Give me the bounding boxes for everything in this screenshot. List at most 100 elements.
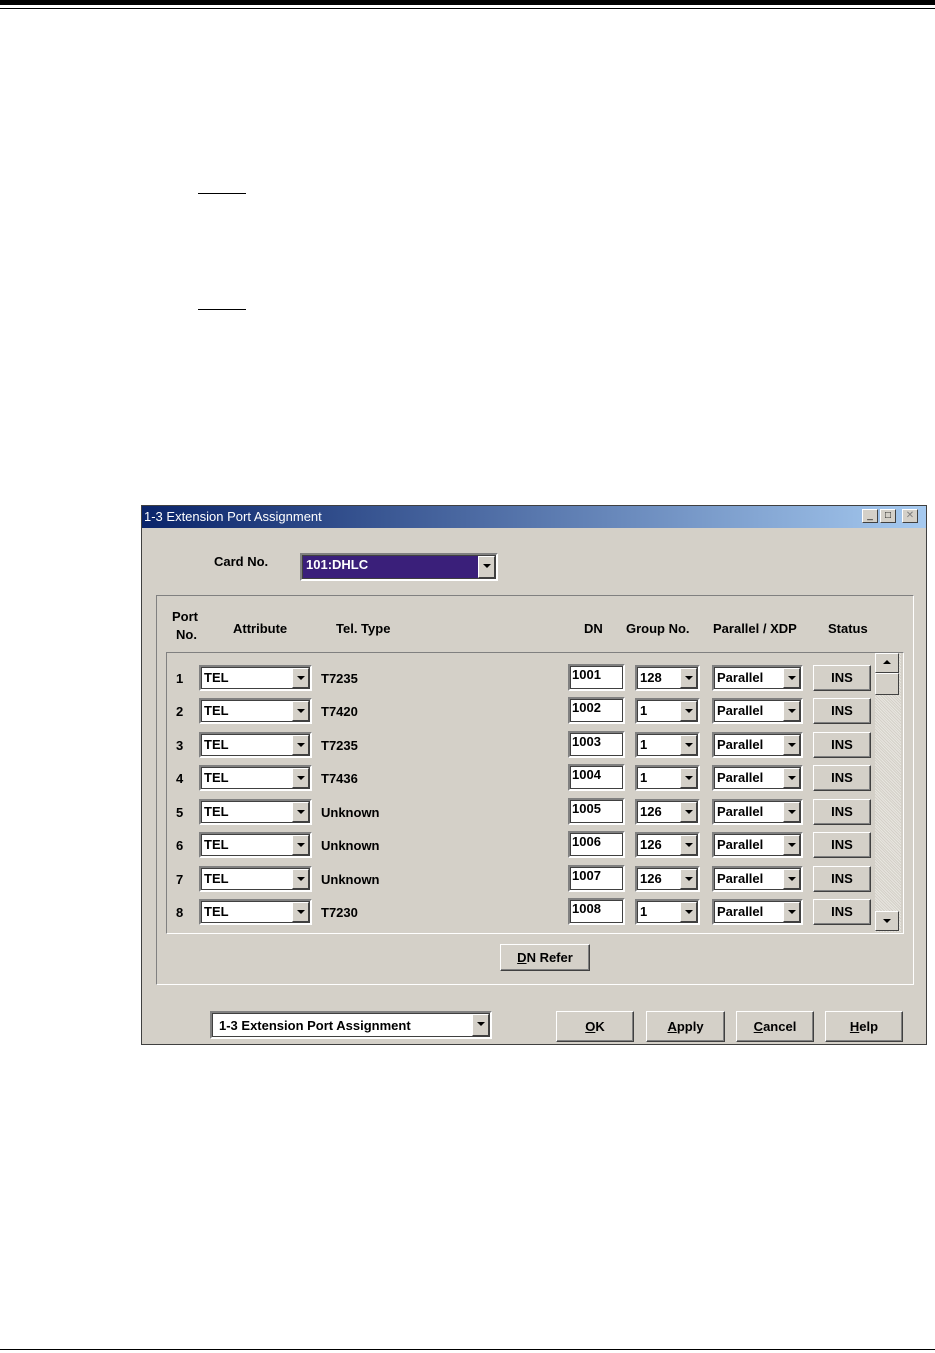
chevron-down-icon[interactable]: [783, 735, 800, 755]
parallel-value: Parallel: [717, 770, 764, 785]
tel-type: T7420: [321, 704, 358, 719]
chevron-down-icon[interactable]: [783, 802, 800, 822]
dn-field[interactable]: 1004: [568, 764, 625, 791]
status-button[interactable]: INS: [813, 866, 871, 892]
close-button[interactable]: ✕: [902, 509, 918, 523]
dn-field[interactable]: 1002: [568, 697, 625, 724]
parallel-dropdown[interactable]: Parallel: [712, 732, 803, 758]
chevron-down-icon[interactable]: [680, 735, 697, 755]
scroll-up-arrow-icon[interactable]: [875, 653, 899, 673]
screen-select-value: 1-3 Extension Port Assignment: [219, 1018, 411, 1033]
group-no-dropdown[interactable]: 1: [635, 698, 700, 724]
chevron-down-icon[interactable]: [292, 768, 309, 788]
status-button[interactable]: INS: [813, 665, 871, 691]
chevron-down-icon[interactable]: [478, 556, 495, 578]
col-group-no: Group No.: [626, 621, 690, 636]
apply-button[interactable]: Apply: [646, 1011, 725, 1042]
table-row: 3 TEL T7235 1003 1 Parallel INS: [142, 730, 926, 760]
dn-field[interactable]: 1006: [568, 831, 625, 858]
group-no-value: 1: [640, 703, 648, 718]
status-button[interactable]: INS: [813, 899, 871, 925]
scroll-down-arrow-icon[interactable]: [875, 911, 899, 931]
maximize-button[interactable]: □: [880, 509, 896, 523]
attribute-dropdown[interactable]: TEL: [199, 765, 312, 791]
status-label: INS: [831, 670, 853, 685]
dn-field[interactable]: 1001: [568, 664, 625, 691]
chevron-down-icon[interactable]: [680, 768, 697, 788]
card-no-dropdown[interactable]: 101:DHLC: [300, 553, 498, 581]
status-button[interactable]: INS: [813, 799, 871, 825]
parallel-dropdown[interactable]: Parallel: [712, 832, 803, 858]
dn-refer-button[interactable]: DN Refer: [500, 944, 590, 971]
attribute-value: TEL: [204, 737, 229, 752]
group-no-dropdown[interactable]: 126: [635, 832, 700, 858]
attribute-dropdown[interactable]: TEL: [199, 665, 312, 691]
chevron-down-icon[interactable]: [783, 768, 800, 788]
dn-field[interactable]: 1008: [568, 898, 625, 925]
attribute-dropdown[interactable]: TEL: [199, 698, 312, 724]
chevron-down-icon[interactable]: [680, 869, 697, 889]
cancel-button[interactable]: Cancel: [736, 1011, 814, 1042]
chevron-down-icon[interactable]: [783, 668, 800, 688]
attribute-dropdown[interactable]: TEL: [199, 832, 312, 858]
chevron-down-icon[interactable]: [680, 802, 697, 822]
dn-field[interactable]: 1007: [568, 865, 625, 892]
chevron-down-icon[interactable]: [292, 701, 309, 721]
chevron-down-icon[interactable]: [680, 701, 697, 721]
chevron-down-icon[interactable]: [680, 668, 697, 688]
help-button[interactable]: Help: [825, 1011, 903, 1042]
parallel-dropdown[interactable]: Parallel: [712, 665, 803, 691]
parallel-dropdown[interactable]: Parallel: [712, 899, 803, 925]
ok-label: K: [595, 1019, 605, 1034]
chevron-down-icon[interactable]: [472, 1014, 489, 1036]
dn-field[interactable]: 1003: [568, 731, 625, 758]
chevron-down-icon[interactable]: [783, 902, 800, 922]
chevron-down-icon[interactable]: [292, 735, 309, 755]
chevron-down-icon[interactable]: [783, 869, 800, 889]
chevron-down-icon[interactable]: [292, 869, 309, 889]
chevron-down-icon[interactable]: [292, 802, 309, 822]
parallel-value: Parallel: [717, 670, 764, 685]
attribute-dropdown[interactable]: TEL: [199, 799, 312, 825]
parallel-dropdown[interactable]: Parallel: [712, 765, 803, 791]
group-no-dropdown[interactable]: 128: [635, 665, 700, 691]
col-status: Status: [828, 621, 868, 636]
dn-field[interactable]: 1005: [568, 798, 625, 825]
scroll-thumb[interactable]: [875, 673, 899, 695]
attribute-value: TEL: [204, 804, 229, 819]
chevron-down-icon[interactable]: [783, 701, 800, 721]
status-button[interactable]: INS: [813, 765, 871, 791]
group-no-value: 126: [640, 804, 662, 819]
chevron-down-icon[interactable]: [680, 902, 697, 922]
group-no-dropdown[interactable]: 1: [635, 732, 700, 758]
screen-select-dropdown[interactable]: 1-3 Extension Port Assignment: [210, 1011, 492, 1039]
attribute-dropdown[interactable]: TEL: [199, 866, 312, 892]
group-no-dropdown[interactable]: 126: [635, 799, 700, 825]
chevron-down-icon[interactable]: [292, 902, 309, 922]
vertical-scrollbar[interactable]: [875, 653, 901, 932]
parallel-dropdown[interactable]: Parallel: [712, 866, 803, 892]
chevron-down-icon[interactable]: [292, 668, 309, 688]
status-button[interactable]: INS: [813, 698, 871, 724]
title-bar[interactable]: 1-3 Extension Port Assignment _ □ ✕: [142, 506, 926, 528]
attribute-dropdown[interactable]: TEL: [199, 899, 312, 925]
short-underline-1: [198, 193, 246, 194]
col-attribute: Attribute: [233, 621, 288, 636]
status-button[interactable]: INS: [813, 832, 871, 858]
group-no-dropdown[interactable]: 1: [635, 899, 700, 925]
attribute-value: TEL: [204, 670, 229, 685]
chevron-down-icon[interactable]: [680, 835, 697, 855]
tel-type: T7230: [321, 905, 358, 920]
status-button[interactable]: INS: [813, 732, 871, 758]
ok-button[interactable]: OK: [556, 1011, 634, 1042]
group-no-dropdown[interactable]: 1: [635, 765, 700, 791]
chevron-down-icon[interactable]: [292, 835, 309, 855]
attribute-value: TEL: [204, 904, 229, 919]
parallel-dropdown[interactable]: Parallel: [712, 698, 803, 724]
attribute-dropdown[interactable]: TEL: [199, 732, 312, 758]
status-label: INS: [831, 703, 853, 718]
minimize-button[interactable]: _: [862, 509, 878, 523]
group-no-dropdown[interactable]: 126: [635, 866, 700, 892]
chevron-down-icon[interactable]: [783, 835, 800, 855]
parallel-dropdown[interactable]: Parallel: [712, 799, 803, 825]
